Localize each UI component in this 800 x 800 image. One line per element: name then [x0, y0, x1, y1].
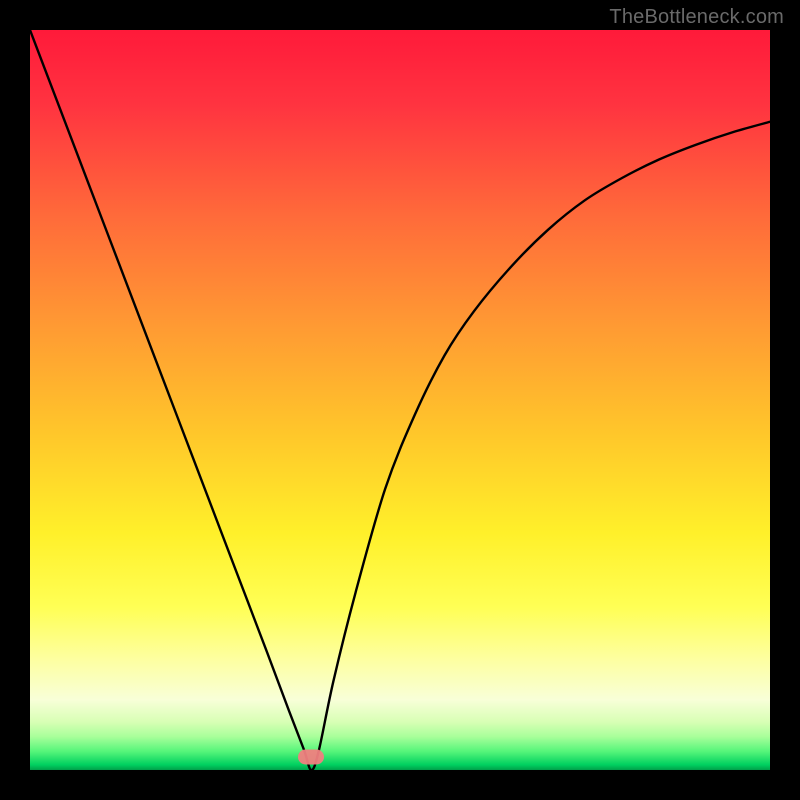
watermark-label: TheBottleneck.com [609, 6, 784, 29]
optimal-point-marker [298, 750, 324, 765]
chart-frame: TheBottleneck.com [0, 0, 800, 800]
bottleneck-curve [30, 30, 770, 770]
plot-area [30, 30, 770, 770]
